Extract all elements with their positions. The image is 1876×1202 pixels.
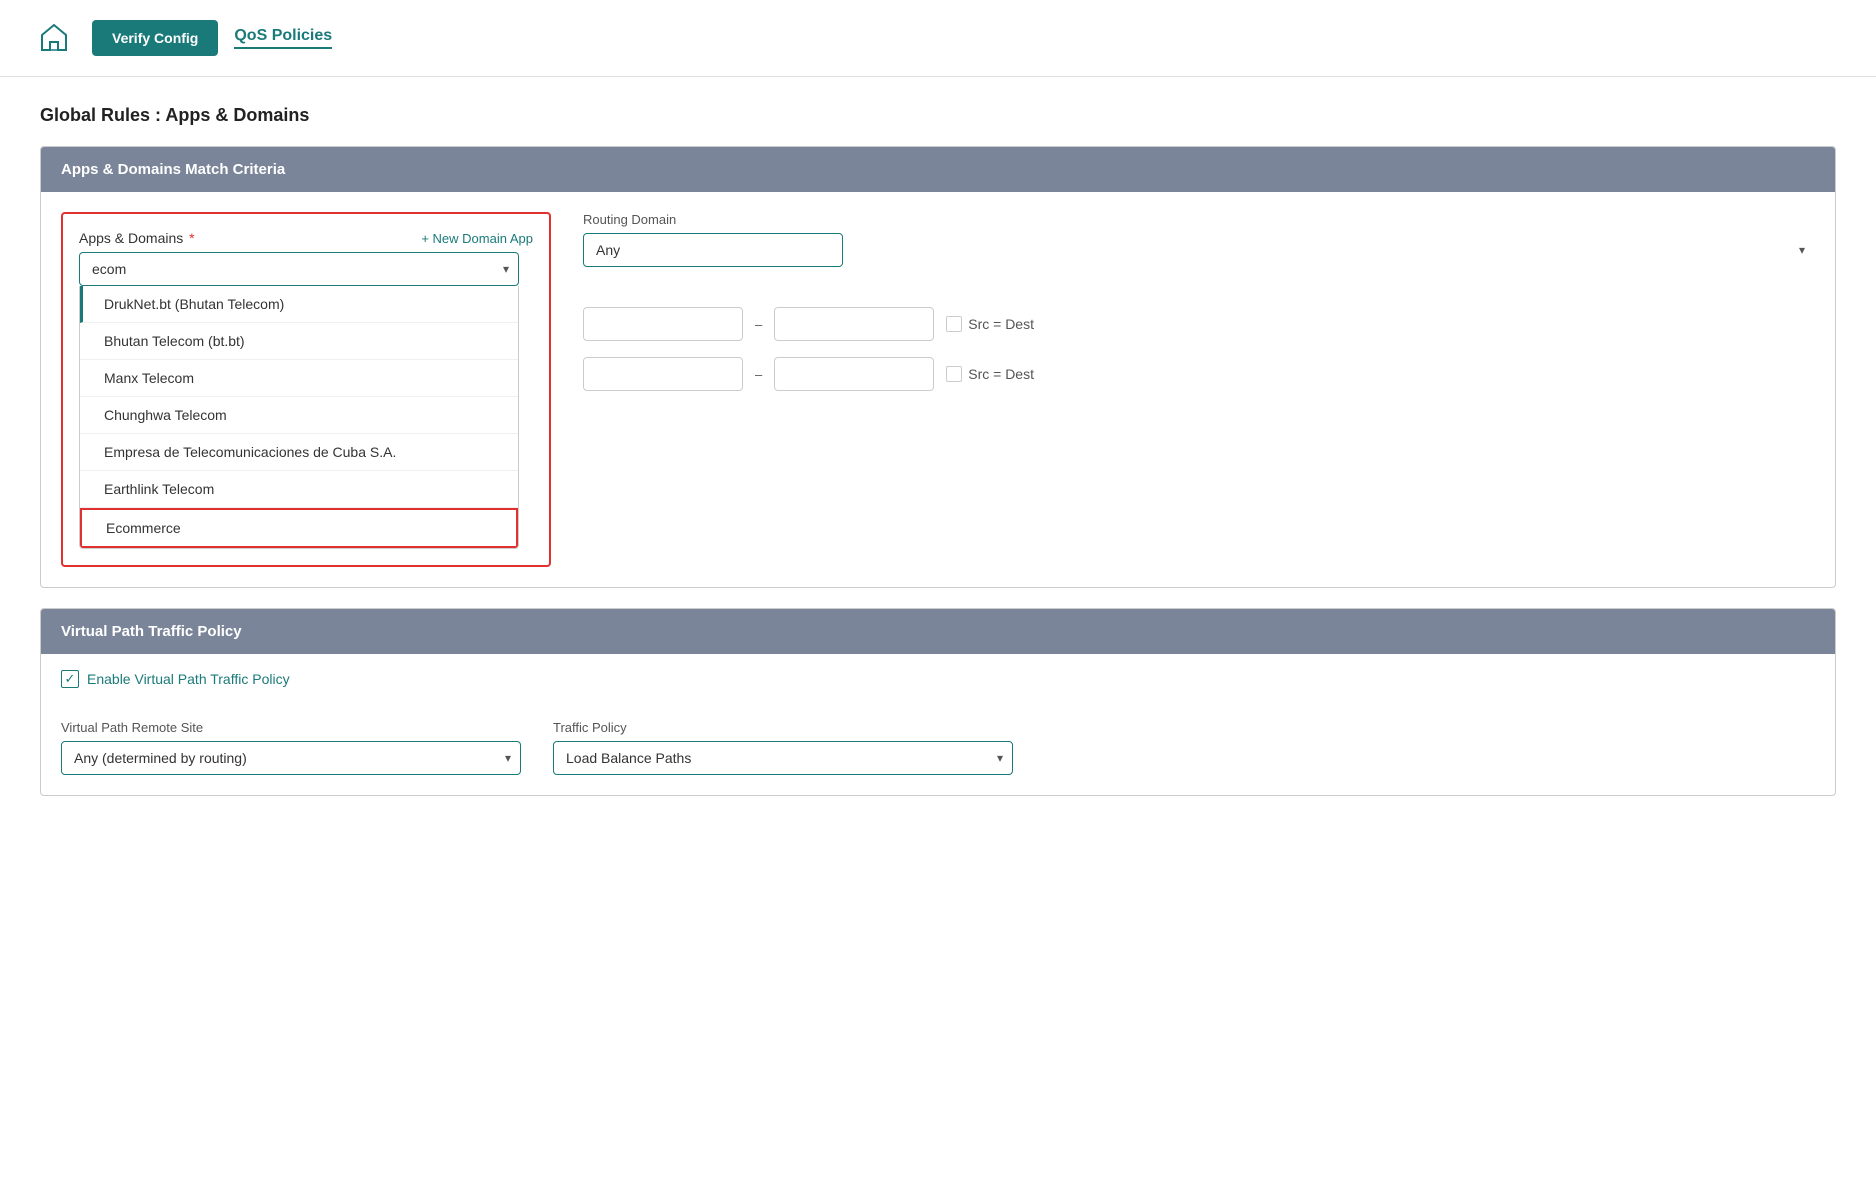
dropdown-item-chunghwa[interactable]: Chunghwa Telecom bbox=[80, 397, 518, 434]
dest-input-2[interactable] bbox=[774, 357, 934, 391]
page-title: Global Rules : Apps & Domains bbox=[40, 105, 1836, 126]
enable-policy-row: ✓ Enable Virtual Path Traffic Policy bbox=[41, 654, 1835, 704]
apps-domains-select-wrapper: ▾ bbox=[79, 252, 519, 286]
new-domain-app-link[interactable]: + New Domain App bbox=[421, 231, 533, 246]
src-dest-label-2: Src = Dest bbox=[968, 366, 1034, 382]
apps-domains-form-box: Apps & Domains * + New Domain App ▾ Druk… bbox=[61, 212, 551, 567]
enable-label: Enable Virtual Path Traffic Policy bbox=[87, 671, 290, 687]
match-criteria-panel: Apps & Domains Match Criteria Apps & Dom… bbox=[40, 146, 1836, 588]
required-indicator: * bbox=[185, 230, 194, 246]
remote-site-select[interactable]: Any (determined by routing) bbox=[61, 741, 521, 775]
routing-domain-select[interactable]: Any bbox=[583, 233, 843, 267]
apps-domains-label: Apps & Domains * bbox=[79, 230, 195, 246]
right-col: Routing Domain Any ▾ – Src = Dest bbox=[583, 212, 1815, 407]
remote-site-group: Virtual Path Remote Site Any (determined… bbox=[61, 720, 521, 775]
dropdown-item-druknet[interactable]: DrukNet.bt (Bhutan Telecom) bbox=[80, 286, 518, 323]
qos-policies-link[interactable]: QoS Policies bbox=[234, 27, 332, 49]
virtual-path-panel: Virtual Path Traffic Policy ✓ Enable Vir… bbox=[40, 608, 1836, 796]
routing-chevron-icon: ▾ bbox=[1799, 243, 1805, 257]
dest-input-1[interactable] bbox=[774, 307, 934, 341]
page-content: Global Rules : Apps & Domains Apps & Dom… bbox=[0, 77, 1876, 844]
home-icon[interactable] bbox=[32, 16, 76, 60]
verify-config-button[interactable]: Verify Config bbox=[92, 20, 218, 56]
checkmark-icon: ✓ bbox=[65, 671, 76, 687]
match-criteria-header: Apps & Domains Match Criteria bbox=[41, 147, 1835, 192]
apps-domains-input[interactable] bbox=[79, 252, 519, 286]
traffic-policy-group: Traffic Policy Load Balance Paths ▾ bbox=[553, 720, 1013, 775]
remote-site-label: Virtual Path Remote Site bbox=[61, 720, 521, 735]
src-dest-row-2: – Src = Dest bbox=[583, 357, 1815, 391]
dropdown-item-empresa[interactable]: Empresa de Telecomunicaciones de Cuba S.… bbox=[80, 434, 518, 471]
src-dest-checkbox-1[interactable]: Src = Dest bbox=[946, 316, 1034, 332]
routing-domain-group: Routing Domain Any ▾ bbox=[583, 212, 1815, 267]
routing-domain-label: Routing Domain bbox=[583, 212, 1815, 227]
dropdown-item-manx[interactable]: Manx Telecom bbox=[80, 360, 518, 397]
dropdown-item-bhutan[interactable]: Bhutan Telecom (bt.bt) bbox=[80, 323, 518, 360]
vpn-row: Virtual Path Remote Site Any (determined… bbox=[61, 704, 1815, 775]
enable-checkbox[interactable]: ✓ bbox=[61, 670, 79, 688]
dropdown-item-earthlink[interactable]: Earthlink Telecom bbox=[80, 471, 518, 508]
apps-domains-dropdown: DrukNet.bt (Bhutan Telecom) Bhutan Telec… bbox=[79, 286, 519, 549]
checkbox-box-2 bbox=[946, 366, 962, 382]
dropdown-item-ecommerce[interactable]: Ecommerce bbox=[80, 508, 518, 548]
checkbox-box-1 bbox=[946, 316, 962, 332]
criteria-layout: Apps & Domains * + New Domain App ▾ Druk… bbox=[41, 192, 1835, 587]
remote-site-select-wrapper: Any (determined by routing) ▾ bbox=[61, 741, 521, 775]
dash-2: – bbox=[755, 367, 762, 382]
src-dest-row-1: – Src = Dest bbox=[583, 307, 1815, 341]
routing-domain-select-wrapper: Any ▾ bbox=[583, 233, 1815, 267]
virtual-path-header: Virtual Path Traffic Policy bbox=[41, 609, 1835, 654]
source-input-2[interactable] bbox=[583, 357, 743, 391]
left-col: Apps & Domains * + New Domain App ▾ Druk… bbox=[61, 212, 551, 567]
src-dest-label-1: Src = Dest bbox=[968, 316, 1034, 332]
vpn-section-body: Virtual Path Remote Site Any (determined… bbox=[41, 704, 1835, 795]
apps-domains-label-row: Apps & Domains * + New Domain App bbox=[79, 230, 533, 246]
dash-1: – bbox=[755, 317, 762, 332]
source-input-1[interactable] bbox=[583, 307, 743, 341]
traffic-policy-label: Traffic Policy bbox=[553, 720, 1013, 735]
traffic-policy-select[interactable]: Load Balance Paths bbox=[553, 741, 1013, 775]
src-dest-checkbox-2[interactable]: Src = Dest bbox=[946, 366, 1034, 382]
traffic-policy-select-wrapper: Load Balance Paths ▾ bbox=[553, 741, 1013, 775]
header: Verify Config QoS Policies bbox=[0, 0, 1876, 77]
